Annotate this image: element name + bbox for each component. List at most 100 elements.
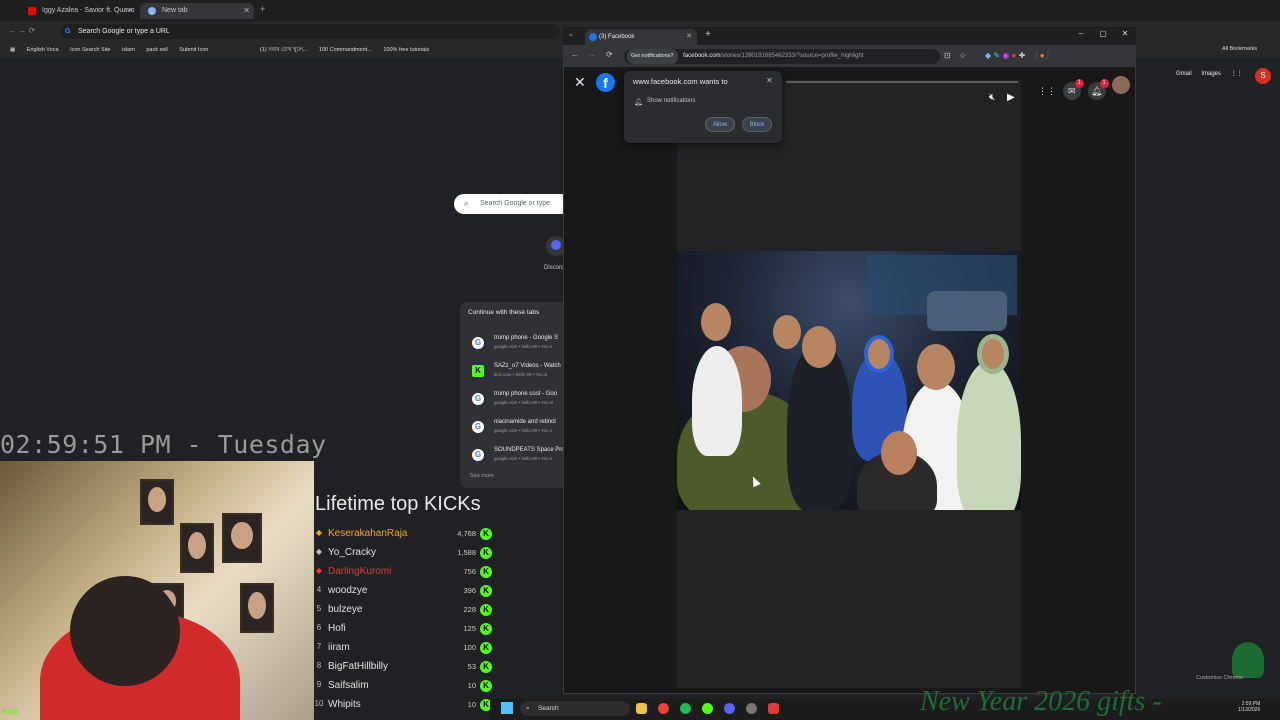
kick-icon: K (472, 365, 484, 377)
windows-start-icon[interactable] (501, 702, 513, 714)
puzzle-icon[interactable]: ✚ (1019, 51, 1026, 60)
search-icon: ⌕ (526, 705, 530, 712)
wall-photo (140, 479, 174, 525)
kick-icon: K (480, 661, 492, 673)
allow-button[interactable]: Allow (705, 117, 735, 132)
bg-omnibox[interactable]: G Search Google or type a URL (60, 24, 560, 39)
continue-item[interactable]: G trump phone - Google S google.com • he… (470, 333, 570, 355)
close-icon[interactable]: ✕ (686, 29, 692, 45)
kick-icon: K (480, 642, 492, 654)
notification-badge: 1 (1074, 79, 1084, 88)
tab-label: Iggy Azalea - Savior ft. Quavo (42, 7, 135, 14)
all-bookmarks-link[interactable]: All Bookmarks (1222, 46, 1257, 52)
new-tab-icon[interactable]: + (260, 4, 265, 14)
bookmark-item[interactable]: (1) সবার চোখ খুলে... (260, 42, 308, 58)
leader-amount: 4,768 (457, 529, 476, 538)
continue-item[interactable]: K SAZz_o7 Videos - Watch kick.com • hell… (470, 361, 570, 383)
new-tab-icon[interactable]: + (705, 29, 711, 40)
notification-badge: 1 (1099, 79, 1109, 88)
stream-clock: 02:59:51 PM - Tuesday (0, 430, 327, 459)
dialog-title: www.facebook.com wants to (633, 77, 728, 86)
chrome-icon[interactable] (658, 703, 669, 714)
extension-icon[interactable]: ◉ (1002, 51, 1009, 60)
apps-icon[interactable]: ▦ (10, 42, 15, 58)
menu-icon[interactable]: ⋮ (1047, 51, 1049, 60)
close-icon[interactable]: ✕ (766, 76, 773, 85)
bg-tab-newtab[interactable]: New tab ✕ (140, 3, 254, 19)
taskbar-search[interactable]: ⌕ Search (520, 701, 630, 716)
person-face (881, 431, 917, 475)
item-sub: google.com • hello 90 • You v (494, 344, 553, 349)
customize-chrome-button[interactable]: Customize Chrome (1196, 675, 1243, 681)
tab-label: New tab (162, 7, 188, 14)
omnibox-text: Search Google or type a URL (78, 28, 170, 35)
back-icon[interactable]: ← (571, 50, 579, 59)
bookmark-item[interactable]: Icon Search Site (70, 42, 110, 58)
bookmark-item[interactable]: 100 Commandment... (319, 42, 372, 58)
bell-icon: 🔔︎ (634, 99, 643, 106)
fb-tab[interactable]: (3) Facebook ✕ (585, 29, 697, 45)
continue-item[interactable]: G SOUNDPEATS Space Pro google.com • hell… (470, 445, 570, 467)
bookmark-item[interactable]: pack sell (146, 42, 167, 58)
menu-grid-icon[interactable]: ⋮⋮ (1038, 82, 1056, 100)
close-icon[interactable]: ✕ (1114, 29, 1136, 38)
gifts-banner: New Year 2026 gifts - (920, 686, 1162, 717)
bookmark-item[interactable]: English Voca (27, 42, 59, 58)
extension-icon[interactable]: ✎ (993, 51, 1000, 60)
bookmark-item[interactable]: islam (122, 42, 135, 58)
bookmark-item[interactable]: Submit Icon (179, 42, 208, 58)
reload-icon[interactable]: ⟳ (606, 50, 613, 59)
avatar[interactable]: S (1255, 68, 1271, 84)
permission-label: Show notifications (647, 98, 696, 104)
extension-icon[interactable]: ● (1012, 51, 1017, 60)
get-notifications-chip[interactable]: Get notifications? (627, 49, 678, 64)
images-link[interactable]: Images (1201, 71, 1221, 77)
wall-photo (222, 513, 262, 563)
avatar[interactable] (1112, 76, 1131, 94)
gmail-link[interactable]: Gmail (1176, 71, 1192, 77)
apps-icon[interactable]: ⋮⋮ (1231, 71, 1243, 77)
leaderboard-title: Lifetime top KICKs (315, 493, 481, 515)
leader-amount: 10 (467, 700, 476, 709)
wall-photo (240, 583, 274, 633)
facebook-logo[interactable]: f (596, 73, 615, 92)
star-icon[interactable]: ☆ (959, 51, 966, 60)
spotify-icon[interactable] (680, 703, 691, 714)
fb-omnibox[interactable]: Get notifications? facebook.com/stories/… (624, 49, 940, 64)
install-icon[interactable]: ⊡ (944, 51, 951, 60)
close-icon[interactable]: ✕ (243, 3, 250, 19)
item-sub: google.com • hello 90 • You vi (494, 400, 554, 405)
forward-icon[interactable]: → (588, 50, 596, 59)
continue-item[interactable]: G niacinamide and retinol google.com • h… (470, 417, 570, 439)
kick-icon: K (480, 547, 492, 559)
bg-tab-youtube[interactable]: Iggy Azalea - Savior ft. Quavo ✕ (20, 3, 138, 19)
file-explorer-icon[interactable] (636, 703, 647, 714)
url-host: facebook.com (683, 53, 721, 59)
close-story-icon[interactable]: ✕ (574, 74, 586, 91)
google-icon: G (65, 28, 71, 35)
photo-bg-vehicle (927, 291, 1007, 331)
close-icon[interactable]: ✕ (127, 3, 134, 19)
kick-icon[interactable] (702, 703, 713, 714)
app-icon[interactable] (768, 703, 779, 714)
leaderboard-row: 9 Saifsalim 10 K (314, 677, 492, 696)
extension-icon[interactable]: ◆ (985, 51, 991, 60)
speaker-muted-icon[interactable]: 🔇︎ (989, 92, 995, 103)
obs-icon[interactable] (746, 703, 757, 714)
messenger-icon[interactable]: ✉ 1 (1062, 79, 1084, 100)
maximize-icon[interactable]: ▢ (1092, 29, 1114, 38)
block-button[interactable]: Block (742, 117, 772, 132)
play-icon[interactable]: ▶ (1007, 92, 1015, 103)
bookmark-item[interactable]: 100% free tutorials (383, 42, 429, 58)
sidebar-icon[interactable]: ⫶ (1036, 51, 1038, 60)
see-more-link[interactable]: See more (470, 473, 494, 479)
leader-amount: 125 (463, 624, 476, 633)
tab-search-icon[interactable]: ⌄ (568, 30, 574, 38)
profile-icon[interactable]: ● (1040, 51, 1045, 60)
discord-icon[interactable] (724, 703, 735, 714)
taskbar-clock[interactable]: 2:59 PM 1/13/2026 (1238, 701, 1260, 713)
minimize-icon[interactable]: – (1070, 29, 1092, 38)
continue-item[interactable]: G trump phone cost - Goo google.com • he… (470, 389, 570, 411)
bell-icon[interactable]: 🔔︎ 1 (1087, 79, 1109, 100)
nav-buttons[interactable]: ← → ⟳ (8, 26, 35, 35)
